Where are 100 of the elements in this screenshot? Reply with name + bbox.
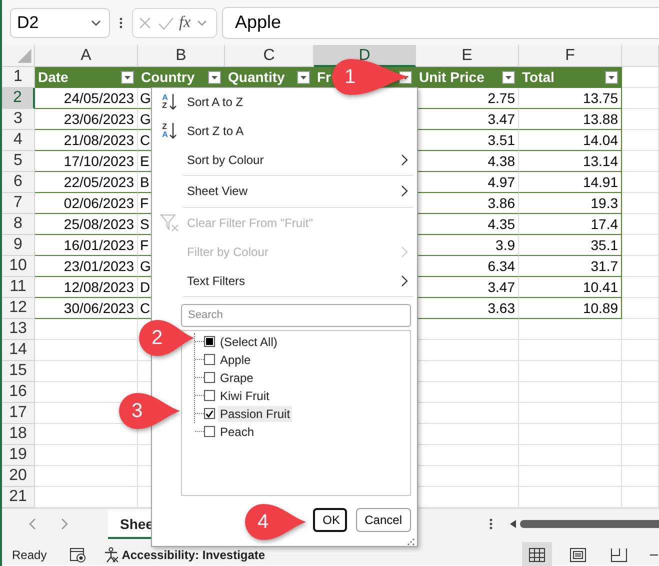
menu-item[interactable]: Sort by Colour <box>152 145 417 174</box>
column-header[interactable]: B <box>138 45 225 67</box>
search-field[interactable]: Search <box>181 304 411 327</box>
grid-cell[interactable]: 10.41 <box>519 277 622 298</box>
row-header[interactable]: 11 <box>2 277 35 298</box>
grid-cell[interactable]: 17.4 <box>519 214 622 235</box>
menu-item[interactable]: Z A Sort Z to A <box>152 116 417 146</box>
grid-cell[interactable]: 22/05/2023 <box>35 172 138 193</box>
grid-cell[interactable] <box>622 466 659 487</box>
checkbox[interactable] <box>204 372 215 384</box>
row-header[interactable]: 16 <box>2 382 35 403</box>
row-header[interactable]: 15 <box>2 361 35 382</box>
grid-cell[interactable]: 21/08/2023 <box>35 130 138 151</box>
grid-cell[interactable] <box>622 214 659 235</box>
grid-cell[interactable]: 13.75 <box>519 88 622 109</box>
filter-dropdown-button[interactable] <box>121 70 134 84</box>
row-header[interactable]: 17 <box>2 403 35 424</box>
grid-cell[interactable]: 19.3 <box>519 193 622 214</box>
row-header[interactable]: 14 <box>2 340 35 361</box>
checkbox-label[interactable]: (Select All) <box>218 334 280 350</box>
grid-cell[interactable]: 25/08/2023 <box>35 214 138 235</box>
grid-cell[interactable]: 17/10/2023 <box>35 151 138 172</box>
grid-cell[interactable]: 10.89 <box>519 298 622 319</box>
row-header[interactable]: 13 <box>2 319 35 340</box>
row-header[interactable]: 9 <box>2 235 35 256</box>
grid-cell[interactable] <box>622 193 659 214</box>
grid-cell[interactable] <box>35 445 138 466</box>
row-header[interactable]: 3 <box>2 109 35 130</box>
filter-dropdown-button[interactable] <box>502 70 515 84</box>
menu-item[interactable]: Sheet View <box>152 177 417 206</box>
grid-cell[interactable] <box>622 235 659 256</box>
name-box[interactable]: D2 <box>10 8 110 38</box>
checkbox-label[interactable]: Kiwi Fruit <box>218 388 272 404</box>
grid-cell[interactable]: 35.1 <box>519 235 622 256</box>
grid-cell[interactable]: 14.04 <box>519 130 622 151</box>
checkbox-label[interactable]: Peach <box>218 424 256 440</box>
grid-cell[interactable]: 23/01/2023 <box>35 256 138 277</box>
checkbox[interactable] <box>204 426 215 438</box>
checkbox[interactable] <box>204 390 215 402</box>
normal-view-button[interactable] <box>522 542 552 566</box>
grid-cell[interactable] <box>622 403 659 424</box>
grid-cell[interactable]: 14.91 <box>519 172 622 193</box>
grid-cell[interactable] <box>622 277 659 298</box>
insert-function-button[interactable]: fx <box>179 14 191 32</box>
row-header[interactable]: 18 <box>2 424 35 445</box>
grid-cell[interactable]: 23/06/2023 <box>35 109 138 130</box>
grid-cell[interactable] <box>519 340 622 361</box>
column-header[interactable]: C <box>225 45 314 67</box>
scrollbar-thumb[interactable] <box>520 520 659 528</box>
grid-cell[interactable]: 31.7 <box>519 256 622 277</box>
grid-cell[interactable] <box>622 67 659 88</box>
checkbox[interactable] <box>204 354 215 366</box>
grid-cell[interactable] <box>622 256 659 277</box>
grid-cell[interactable]: 12/08/2023 <box>35 277 138 298</box>
row-header[interactable]: 2 <box>2 88 35 109</box>
column-header[interactable]: A <box>35 45 138 67</box>
row-header[interactable]: 6 <box>2 172 35 193</box>
grid-cell[interactable] <box>622 424 659 445</box>
checkbox-label[interactable]: Passion Fruit <box>218 406 292 422</box>
grid-cell[interactable] <box>519 361 622 382</box>
row-header[interactable]: 1 <box>2 67 35 88</box>
scroll-left-icon[interactable] <box>509 519 517 529</box>
grid-cell[interactable]: 13.14 <box>519 151 622 172</box>
row-header[interactable]: 12 <box>2 298 35 319</box>
row-header[interactable]: 20 <box>2 466 35 487</box>
cancel-button[interactable]: Cancel <box>356 508 411 532</box>
grid-cell[interactable] <box>35 340 138 361</box>
row-header[interactable]: 8 <box>2 214 35 235</box>
ok-button[interactable]: OK <box>312 508 347 532</box>
filter-dropdown-button[interactable] <box>208 70 221 84</box>
grid-cell[interactable] <box>622 361 659 382</box>
grid-cell[interactable] <box>622 340 659 361</box>
row-header[interactable]: 5 <box>2 151 35 172</box>
grid-cell[interactable] <box>35 319 138 340</box>
grid-cell[interactable] <box>622 319 659 340</box>
row-header[interactable]: 4 <box>2 130 35 151</box>
accessibility-status-button[interactable]: Accessibility: Investigate <box>122 548 266 562</box>
previous-sheet-icon[interactable] <box>28 517 38 531</box>
next-sheet-icon[interactable] <box>59 517 69 531</box>
checkbox-label[interactable]: Apple <box>218 352 253 368</box>
grid-cell[interactable] <box>519 382 622 403</box>
row-header[interactable]: 7 <box>2 193 35 214</box>
grid-cell[interactable] <box>35 361 138 382</box>
grid-cell[interactable] <box>622 298 659 319</box>
checkbox[interactable] <box>204 408 215 420</box>
grid-cell[interactable]: 13.88 <box>519 109 622 130</box>
checkbox-label[interactable]: Grape <box>218 370 256 386</box>
grid-cell[interactable] <box>622 382 659 403</box>
formula-input-field[interactable]: Apple <box>222 6 659 38</box>
filter-dropdown-button[interactable] <box>297 70 310 84</box>
grid-cell[interactable] <box>622 88 659 109</box>
grid-cell[interactable] <box>519 424 622 445</box>
grid-cell[interactable]: 02/06/2023 <box>35 193 138 214</box>
grid-cell[interactable] <box>35 466 138 487</box>
row-header[interactable]: 21 <box>2 487 35 508</box>
menu-item[interactable]: Text Filters <box>152 266 417 295</box>
row-header[interactable]: 19 <box>2 445 35 466</box>
grid-cell[interactable] <box>519 445 622 466</box>
grid-cell[interactable] <box>622 109 659 130</box>
grid-cell[interactable] <box>519 319 622 340</box>
